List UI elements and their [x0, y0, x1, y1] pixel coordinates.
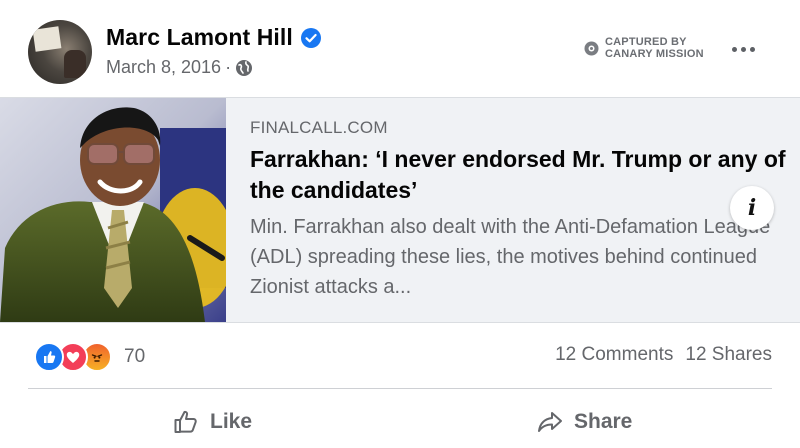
link-preview[interactable]: FINALCALL.COM Farrakhan: ‘I never endors…	[0, 97, 800, 323]
more-options-icon[interactable]	[726, 34, 760, 64]
link-domain: FINALCALL.COM	[250, 118, 388, 137]
captured-line-1: CAPTURED BY	[605, 36, 687, 48]
share-label: Share	[574, 410, 633, 433]
verified-badge-icon	[300, 27, 321, 48]
reaction-summary[interactable]: 70	[34, 342, 145, 372]
shares-count-link[interactable]: 12 Shares	[685, 344, 772, 366]
avatar-photo-figure	[64, 50, 86, 78]
author-name[interactable]: Marc Lamont Hill	[106, 24, 293, 51]
post-date[interactable]: March 8, 2016	[106, 57, 221, 78]
thumbs-up-icon	[174, 410, 197, 433]
like-reaction-icon	[34, 342, 64, 372]
avatar-photo-detail	[32, 26, 62, 52]
post-meta: March 8, 2016 ·	[106, 57, 253, 78]
meta-separator: ·	[225, 57, 232, 77]
post-author: Marc Lamont Hill	[106, 24, 321, 51]
comments-count-link[interactable]: 12 Comments	[555, 344, 673, 366]
info-icon[interactable]: i	[730, 186, 774, 230]
link-headline[interactable]: Farrakhan: ‘I never endorsed Mr. Trump o…	[250, 144, 790, 206]
like-button[interactable]: Like	[172, 400, 252, 444]
divider	[28, 388, 772, 389]
engagement-stats: 12 Comments 12 Shares	[555, 344, 772, 366]
share-button[interactable]: Share	[536, 400, 632, 444]
avatar[interactable]	[28, 20, 92, 84]
globe-icon	[236, 59, 253, 76]
like-label: Like	[210, 410, 253, 433]
captured-by-badge: CAPTURED BY CANARY MISSION	[584, 36, 704, 60]
captured-line-2: CANARY MISSION	[605, 48, 704, 60]
link-description: Min. Farrakhan also dealt with the Anti-…	[250, 216, 771, 298]
canary-mission-icon	[584, 41, 599, 55]
reaction-count: 70	[124, 346, 146, 367]
post-card: Marc Lamont Hill March 8, 2016 · CAPTURE…	[0, 0, 800, 448]
share-arrow-icon	[538, 412, 562, 432]
thumbnail-image	[0, 98, 226, 322]
link-thumbnail[interactable]	[0, 98, 226, 322]
